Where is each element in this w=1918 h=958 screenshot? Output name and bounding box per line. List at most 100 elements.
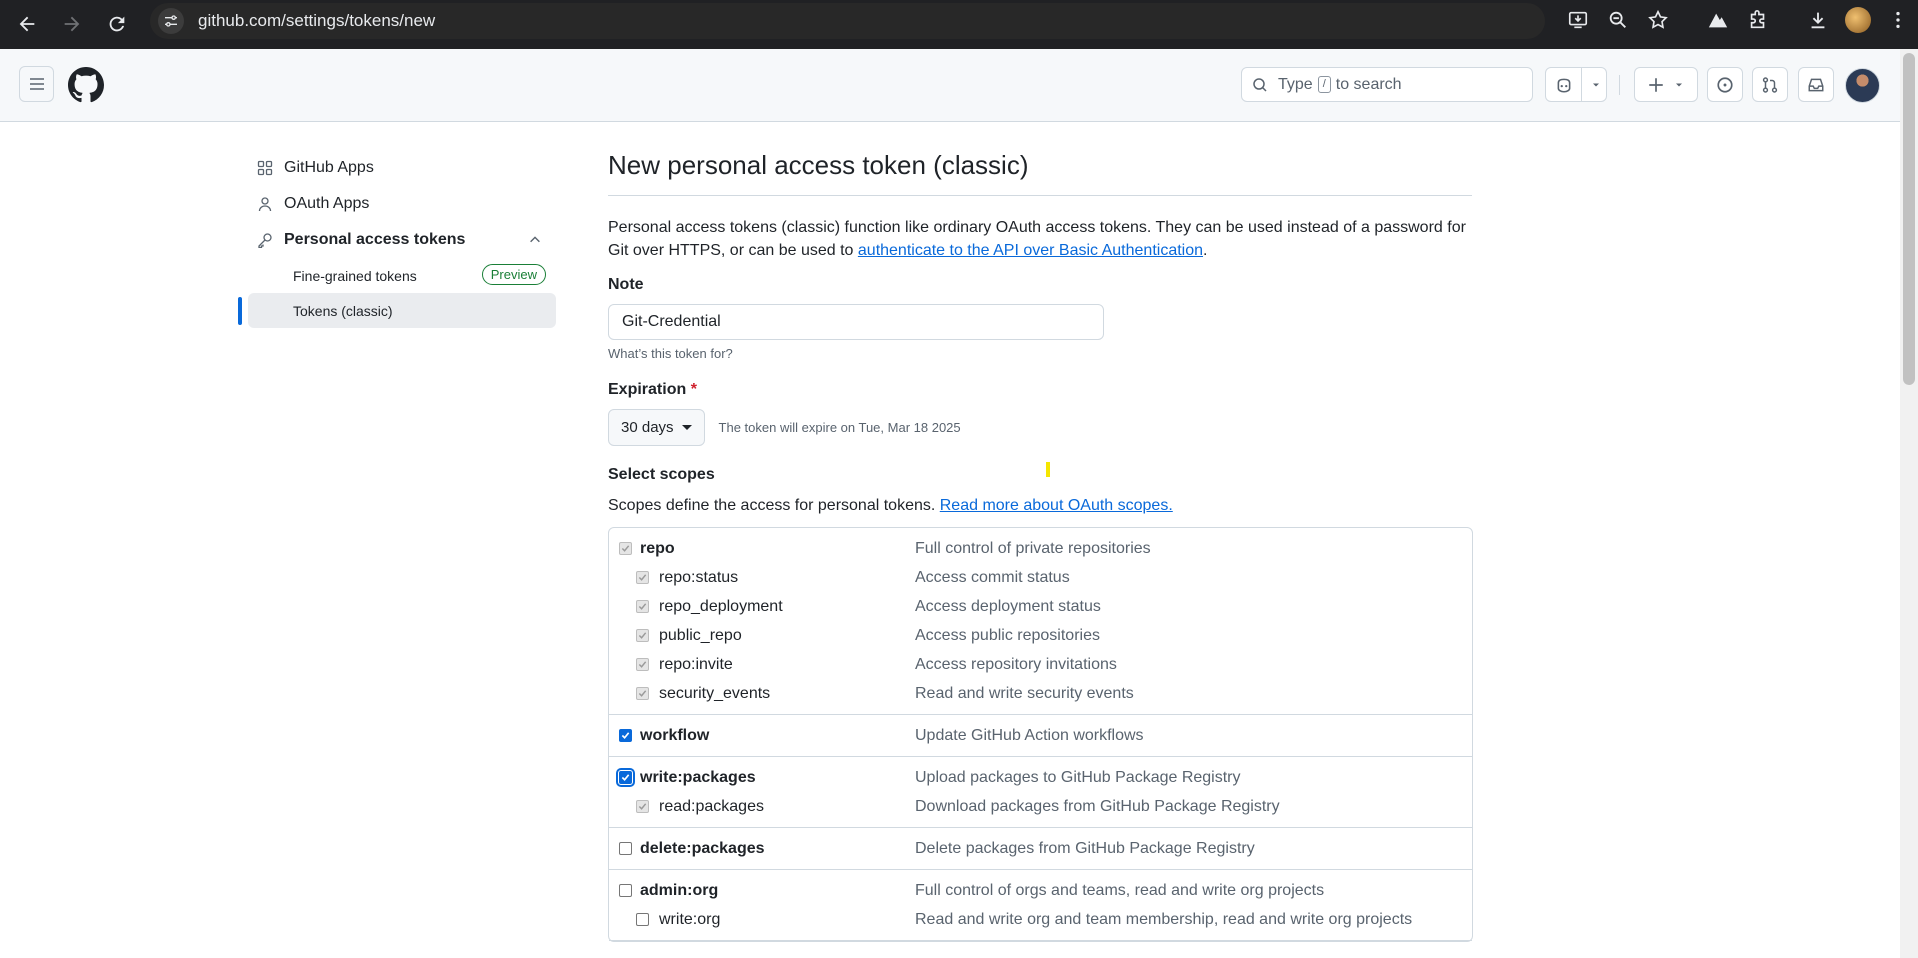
basic-auth-link[interactable]: authenticate to the API over Basic Authe… bbox=[858, 242, 1203, 259]
chrome-menu-icon[interactable] bbox=[1878, 0, 1918, 40]
chevron-down-icon bbox=[1676, 83, 1682, 86]
caret-down-icon bbox=[681, 425, 692, 430]
active-indicator bbox=[238, 297, 242, 325]
search-shortcut-key: / bbox=[1317, 76, 1331, 93]
scope-row: admin:org Full control of orgs and teams,… bbox=[609, 876, 1472, 905]
scope-row: write:org Read and write org and team mem… bbox=[609, 905, 1472, 934]
scope-description: Access commit status bbox=[915, 568, 1070, 586]
scope-checkbox bbox=[636, 571, 649, 584]
scope-description: Full control of orgs and teams, read and… bbox=[915, 881, 1325, 899]
scope-description: Read and write org and team membership, … bbox=[915, 910, 1413, 928]
scope-description: Full control of private repositories bbox=[915, 539, 1151, 557]
chevron-up-icon[interactable] bbox=[528, 233, 542, 247]
bookmark-star-icon[interactable] bbox=[1638, 0, 1678, 40]
scope-name: security_events bbox=[659, 684, 771, 702]
github-logo-icon[interactable] bbox=[68, 67, 104, 103]
search-input[interactable]: Type / to search bbox=[1241, 67, 1533, 102]
scope-name: read:packages bbox=[659, 797, 764, 815]
oauth-scopes-link[interactable]: Read more about OAuth scopes. bbox=[940, 497, 1173, 514]
apps-icon bbox=[256, 159, 274, 177]
site-info-icon[interactable] bbox=[158, 8, 184, 34]
scopes-label: Select scopes bbox=[608, 466, 715, 483]
scope-checkbox bbox=[636, 629, 649, 642]
scope-checkbox[interactable] bbox=[636, 913, 649, 926]
downloads-icon[interactable] bbox=[1798, 0, 1838, 40]
text-cursor-marker bbox=[1046, 462, 1050, 477]
scope-checkbox[interactable] bbox=[619, 842, 632, 855]
scope-description: Download packages from GitHub Package Re… bbox=[915, 797, 1280, 815]
scope-row: repo Full control of private repositories bbox=[609, 534, 1472, 563]
chevron-down-icon bbox=[1593, 83, 1599, 86]
note-label: Note bbox=[608, 276, 644, 293]
expiration-note: The token will expire on Tue, Mar 18 202… bbox=[718, 420, 961, 435]
scope-name: public_repo bbox=[659, 626, 742, 644]
inbox-button[interactable] bbox=[1798, 67, 1834, 102]
scope-row: security_events Read and write security e… bbox=[609, 679, 1472, 708]
sidebar-sub-label: Fine-grained tokens bbox=[293, 267, 417, 284]
scopes-description: Scopes define the access for personal to… bbox=[608, 497, 1173, 514]
copilot-icon bbox=[1557, 78, 1571, 93]
issues-button[interactable] bbox=[1707, 67, 1743, 102]
scope-name: admin:org bbox=[640, 881, 719, 899]
scope-group: write:packages Upload packages to GitHub … bbox=[609, 757, 1472, 828]
person-icon bbox=[256, 195, 274, 213]
intro-text: Personal access tokens (classic) functio… bbox=[608, 219, 1466, 259]
user-avatar[interactable] bbox=[1845, 68, 1880, 103]
chrome-profile-avatar[interactable] bbox=[1838, 0, 1878, 40]
scope-row: workflow Update GitHub Action workflows bbox=[609, 721, 1472, 750]
reload-button[interactable] bbox=[100, 7, 134, 41]
sidebar-sub-label: Tokens (classic) bbox=[293, 302, 393, 319]
scope-group: admin:org Full control of orgs and teams,… bbox=[609, 870, 1472, 941]
copilot-button[interactable] bbox=[1545, 67, 1607, 102]
scope-checkbox bbox=[636, 600, 649, 613]
search-icon bbox=[1253, 77, 1267, 92]
issue-opened-icon bbox=[1717, 76, 1733, 93]
scrollbar-thumb[interactable] bbox=[1903, 53, 1915, 385]
sidebar-item-personal-access-tokens[interactable]: Personal access tokens bbox=[238, 222, 556, 258]
sidebar-item-oauth-apps[interactable]: OAuth Apps bbox=[238, 186, 556, 222]
scope-group: repo Full control of private repositories… bbox=[609, 528, 1472, 715]
back-button[interactable] bbox=[10, 7, 44, 41]
scope-checkbox[interactable] bbox=[616, 768, 635, 787]
scope-row: public_repo Access public repositories bbox=[609, 621, 1472, 650]
arrow-right-icon bbox=[64, 16, 80, 32]
pull-requests-button[interactable] bbox=[1752, 67, 1788, 102]
page-scrollbar[interactable] bbox=[1900, 49, 1918, 958]
key-icon bbox=[256, 231, 274, 249]
forward-button[interactable] bbox=[55, 7, 89, 41]
global-nav-button[interactable] bbox=[19, 66, 54, 102]
scope-name: repo:status bbox=[659, 568, 739, 586]
scope-group: workflow Update GitHub Action workflows bbox=[609, 715, 1472, 757]
scope-checkbox[interactable] bbox=[619, 729, 632, 742]
extensions-puzzle-icon[interactable] bbox=[1738, 0, 1778, 40]
scope-name: repo:invite bbox=[659, 655, 733, 673]
create-new-button[interactable] bbox=[1634, 67, 1698, 102]
scope-row: delete:packages Delete packages from GitH… bbox=[609, 834, 1472, 863]
sidebar-item-github-apps[interactable]: GitHub Apps bbox=[238, 150, 556, 186]
scope-checkbox bbox=[636, 658, 649, 671]
address-bar[interactable]: github.com/settings/tokens/new bbox=[150, 3, 1545, 39]
arrow-left-icon bbox=[19, 16, 35, 32]
browser-toolbar: github.com/settings/tokens/new bbox=[0, 0, 1918, 49]
scope-row: write:packages Upload packages to GitHub … bbox=[609, 763, 1472, 792]
scope-checkbox bbox=[619, 542, 632, 555]
install-app-icon[interactable] bbox=[1558, 0, 1598, 40]
scope-checkbox bbox=[636, 800, 649, 813]
scope-description: Read and write security events bbox=[915, 684, 1134, 702]
note-hint: What’s this token for? bbox=[608, 346, 733, 361]
scope-checkbox[interactable] bbox=[619, 884, 632, 897]
scope-row: repo_deployment Access deployment status bbox=[609, 592, 1472, 621]
note-input[interactable] bbox=[608, 304, 1104, 340]
main-content: New personal access token (classic) Pers… bbox=[608, 150, 1473, 942]
settings-sidebar: GitHub Apps OAuth Apps Personal access t… bbox=[238, 150, 556, 328]
extension-mountain-icon[interactable] bbox=[1698, 0, 1738, 40]
sidebar-item-tokens-classic[interactable]: Tokens (classic) bbox=[238, 293, 556, 328]
scope-description: Delete packages from GitHub Package Regi… bbox=[915, 839, 1255, 857]
expiration-select[interactable]: 30 days bbox=[608, 409, 705, 446]
zoom-icon[interactable] bbox=[1598, 0, 1638, 40]
plus-icon bbox=[1649, 77, 1663, 92]
page-title: New personal access token (classic) bbox=[608, 150, 1472, 196]
sidebar-item-fine-grained-tokens[interactable]: Fine-grained tokens Preview bbox=[248, 258, 556, 293]
hamburger-icon bbox=[29, 78, 44, 90]
sidebar-item-label: GitHub Apps bbox=[284, 159, 374, 176]
